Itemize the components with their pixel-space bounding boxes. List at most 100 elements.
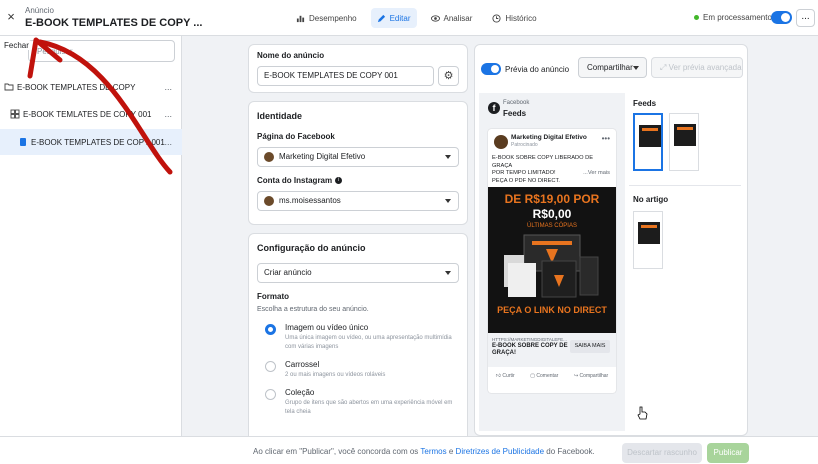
ad-setup-title: Configuração do anúncio xyxy=(257,243,366,253)
ad-name-card: Nome do anúncio E-BOOK TEMPLATES DE COPY… xyxy=(248,44,468,93)
tree-item-label: E-BOOK TEMLATES DE COPY 001 xyxy=(23,109,152,119)
ad-name-input[interactable]: E-BOOK TEMPLATES DE COPY 001 xyxy=(257,66,434,86)
post-page-name: Marketing Digital Efetivo xyxy=(511,134,587,141)
tab-label: Histórico xyxy=(505,13,537,23)
share-button[interactable]: Compartilhar xyxy=(578,57,647,78)
option-description: 2 ou mais imagens ou vídeos roláveis xyxy=(285,372,386,378)
close-button[interactable]: × xyxy=(2,8,20,26)
radio-unselected[interactable] xyxy=(265,389,276,400)
post-text: E-BOOK SOBRE COPY LIBERADO DE GRAÇA POR … xyxy=(492,155,614,185)
hand-cursor-icon xyxy=(637,406,648,420)
option-title: Imagem ou vídeo único xyxy=(285,323,369,332)
ad-policies-link[interactable]: Diretrizes de Publicidade xyxy=(456,447,545,456)
tab-label: Editar xyxy=(389,13,411,23)
placement-thumb-article[interactable] xyxy=(633,211,663,269)
share-label: Compartilhar xyxy=(579,373,609,379)
fb-page-value: Marketing Digital Efetivo xyxy=(279,152,366,161)
tab-desempenho[interactable]: Desempenho xyxy=(290,8,363,28)
tab-analisar[interactable]: Analisar xyxy=(425,8,479,28)
page-avatar xyxy=(264,151,274,162)
ad-post-preview: Marketing Digital Efetivo Patrocinado ••… xyxy=(488,129,616,393)
creative-price: R$0,00 xyxy=(532,207,572,221)
post-text-line: E-BOOK SOBRE COPY LIBERADO DE GRAÇA xyxy=(492,155,594,169)
folder-icon xyxy=(4,83,14,91)
post-reactions: 👍︎ Curtir ▢ Comentar ↪ Compartilhar xyxy=(488,373,616,379)
link-preview: HTTPS://MARKETINGDIGITALEFE... E-BOOK SO… xyxy=(488,333,616,367)
publish-button[interactable]: Publicar xyxy=(707,443,749,463)
identity-card: Identidade Página do Facebook Marketing … xyxy=(248,101,468,225)
placement-thumb-feed[interactable] xyxy=(633,113,663,171)
create-ad-select[interactable]: Criar anúncio xyxy=(257,263,459,283)
format-option-collection[interactable]: Coleção Grupo de itens que são abertos e… xyxy=(257,388,459,417)
thumb-image xyxy=(638,222,660,244)
settings-gear-button[interactable]: ⚙ xyxy=(438,66,459,86)
tree-item-more-button[interactable]: ... xyxy=(164,82,172,92)
ad-icon xyxy=(20,138,26,146)
placement-thumb-feed[interactable] xyxy=(669,113,699,171)
terms-prefix: Ao clicar em "Publicar", você concorda c… xyxy=(253,447,419,456)
tree-item-more-button[interactable]: ... xyxy=(164,109,172,119)
create-ad-value: Criar anúncio xyxy=(264,268,312,277)
thumbs-up-icon: 👍︎ xyxy=(495,373,502,379)
format-option-single[interactable]: Imagem ou vídeo único Uma única imagem o… xyxy=(257,323,459,352)
comment-action: ▢ Comentar xyxy=(530,373,558,379)
tree-item-campaign[interactable]: E-BOOK TEMPLATES DE COPY ... xyxy=(0,74,182,100)
preview-platform: Facebook xyxy=(503,100,530,106)
info-icon[interactable]: i xyxy=(335,177,343,184)
expand-icon: ⤢ xyxy=(660,63,669,72)
tree-item-more-button[interactable]: ... xyxy=(164,137,172,147)
ad-setup-card: Configuração do anúncio Criar anúncio Fo… xyxy=(248,233,468,443)
terms-link[interactable]: Termos xyxy=(420,447,446,456)
tab-label: Desempenho xyxy=(309,13,357,23)
link-url: HTTPS://MARKETINGDIGITALEFE... xyxy=(492,337,567,342)
post-text-line: PEÇA O PDF NO DIRECT. xyxy=(492,177,560,184)
preview-toggle[interactable] xyxy=(481,63,501,75)
article-title: No artigo xyxy=(633,195,669,204)
tree-item-ad[interactable]: E-BOOK TEMPLATES DE COPY 001 ... xyxy=(0,129,182,155)
terms-text: Ao clicar em "Publicar", você concorda c… xyxy=(253,447,595,456)
fb-page-label: Página do Facebook xyxy=(257,132,335,141)
thumb-image xyxy=(639,125,661,147)
terms-and: e xyxy=(448,447,454,456)
option-title: Coleção xyxy=(285,388,315,397)
ad-active-toggle[interactable] xyxy=(771,11,792,24)
ig-avatar xyxy=(264,195,274,206)
status-dot-icon xyxy=(694,15,699,20)
fb-page-select[interactable]: Marketing Digital Efetivo xyxy=(257,147,459,167)
format-option-carousel[interactable]: Carrossel 2 ou mais imagens ou vídeos ro… xyxy=(257,360,459,380)
tree-item-adset[interactable]: E-BOOK TEMLATES DE COPY 001 ... xyxy=(0,101,182,127)
discard-draft-button[interactable]: Descartar rascunho xyxy=(622,443,702,463)
share-label: Compartilhar xyxy=(587,63,633,72)
top-bar: × Anúncio E-BOOK TEMPLATES DE COPY ... D… xyxy=(0,0,818,36)
ad-name-label: Nome do anúncio xyxy=(257,51,325,60)
identity-title: Identidade xyxy=(257,111,303,121)
tab-historico[interactable]: Histórico xyxy=(486,8,542,28)
close-tooltip: Fechar xyxy=(2,41,31,50)
tab-editar[interactable]: Editar xyxy=(370,8,417,28)
search-input[interactable]: Pesquisar xyxy=(28,40,175,62)
format-label: Formato xyxy=(257,292,289,301)
link-title: E-BOOK SOBRE COPY DE GRAÇA! xyxy=(492,343,568,356)
share-action: ↪ Compartilhar xyxy=(574,373,608,379)
more-options-button[interactable]: ... xyxy=(796,9,815,27)
facebook-logo-icon: f xyxy=(488,102,500,114)
view-tabs: Desempenho Editar Analisar Histórico xyxy=(290,8,543,28)
share-arrow-icon: ↪ xyxy=(573,373,579,379)
ebook-mockup-image xyxy=(504,234,599,298)
preview-placement: Feeds xyxy=(503,109,527,118)
tree-item-label: E-BOOK TEMPLATES DE COPY xyxy=(17,82,136,92)
option-description: Grupo de itens que são abertos em uma ex… xyxy=(285,400,453,415)
chevron-down-icon xyxy=(445,271,451,275)
comment-label: Comentar xyxy=(536,373,559,379)
ig-account-select[interactable]: ms.moisessantos xyxy=(257,191,459,211)
radio-unselected[interactable] xyxy=(265,361,276,372)
ad-kind-label: Anúncio xyxy=(25,6,54,15)
advanced-preview-button[interactable]: ⤢ Ver prévia avançada xyxy=(651,57,743,78)
divider xyxy=(629,185,741,186)
ad-title: E-BOOK TEMPLATES DE COPY ... xyxy=(25,17,203,29)
avatar xyxy=(494,135,508,149)
radio-selected[interactable] xyxy=(265,324,276,335)
ad-preview-panel: Prévia do anúncio Compartilhar ⤢ Ver pré… xyxy=(474,44,748,436)
format-description: Escolha a estrutura do seu anúncio. xyxy=(257,306,369,313)
creative-tagline: ÚLTIMAS CÓPIAS xyxy=(527,223,577,229)
